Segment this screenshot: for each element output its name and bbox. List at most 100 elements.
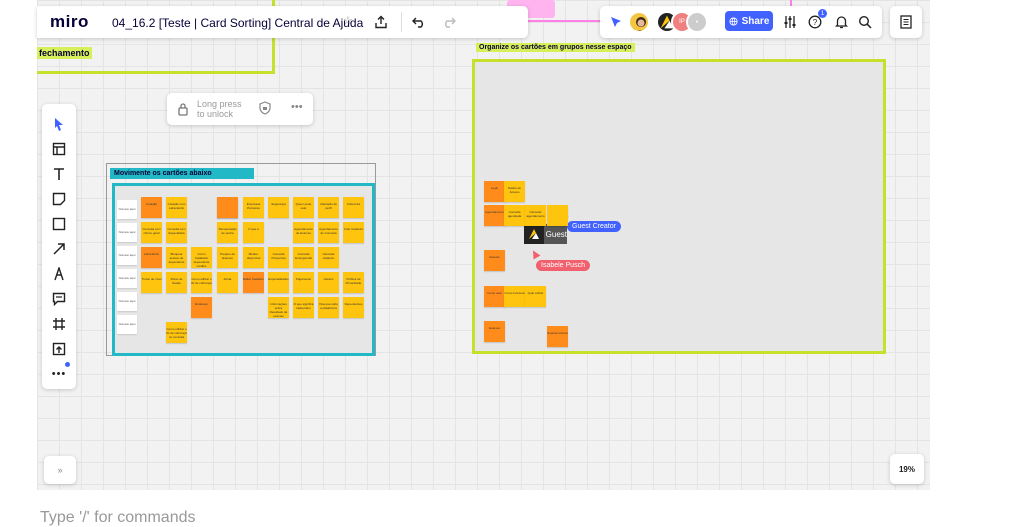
card-sticky-note[interactable]: Como Cadastrar dependente médico <box>191 247 212 268</box>
pen-tool[interactable] <box>42 262 76 286</box>
text-tool[interactable] <box>42 162 76 186</box>
sticky-note-tool[interactable] <box>42 187 76 211</box>
card-sticky-note[interactable]: Recuperação de senha <box>217 222 238 243</box>
notes-icon <box>900 15 912 29</box>
row-label-card[interactable]: Nomeie aqui <box>117 246 137 265</box>
group-sticky-note[interactable]: Como usar <box>484 286 505 307</box>
card-sticky-note[interactable]: Trocar de nível <box>141 272 162 293</box>
card-sticky-note[interactable]: Viva que sofre a plataforma <box>318 297 339 318</box>
row-label-card[interactable]: Nomeie aqui <box>117 269 137 288</box>
pen-icon <box>54 267 64 281</box>
group-sticky-note[interactable]: Assunto <box>484 250 505 271</box>
frame-tool[interactable] <box>42 312 76 336</box>
help-button[interactable]: ? 1 <box>805 9 827 32</box>
board-canvas[interactable]: fechamento Movimente os cartões abaixo O… <box>37 0 930 490</box>
command-input[interactable]: Type '/' for commands <box>40 509 196 527</box>
card-sticky-note[interactable]: Consulta com clínico geral <box>141 222 162 243</box>
lock-panel[interactable]: Long press to unlock ••• <box>167 93 313 125</box>
more-tools[interactable]: ••• <box>42 362 76 386</box>
card-sticky-note[interactable]: Cotação <box>141 197 162 218</box>
card-sticky-note[interactable]: Criar Cadastro <box>343 222 364 243</box>
left-frame-label: fechamento <box>37 47 92 59</box>
undo-button[interactable] <box>408 11 430 33</box>
group-sticky-note[interactable]: Cancelar agendamento <box>525 205 546 226</box>
group-sticky-note[interactable]: Suporte técnico <box>547 326 568 347</box>
card-sticky-note[interactable]: Informações sobre Resultado de exames <box>268 297 289 318</box>
card-sticky-note[interactable]: Política de Privacidade <box>343 272 364 293</box>
card-sticky-note[interactable]: Consulta com Especialista <box>166 222 187 243</box>
card-sticky-note[interactable]: Como utilizar o ID de cobrança no consul… <box>166 322 187 343</box>
card-sticky-note[interactable]: Plano de Saúde <box>166 272 187 293</box>
connection-line-tool[interactable] <box>42 237 76 261</box>
guest-label: Guest <box>545 229 567 239</box>
group-sticky-note[interactable]: Login <box>484 181 505 202</box>
group-sticky-note[interactable]: Exames <box>484 321 505 342</box>
row-label-card[interactable]: Nomeie aqui <box>117 315 137 334</box>
notes-panel-button[interactable] <box>890 6 922 38</box>
upload-share-icon <box>375 15 387 29</box>
card-sticky-note[interactable]: Editar Cadastro <box>243 272 264 293</box>
group-sticky-note[interactable]: Qual cobrar <box>525 286 546 307</box>
card-sticky-note[interactable]: Pagamento <box>293 272 314 293</box>
card-sticky-note[interactable]: Laboratório <box>141 247 162 268</box>
notifications-button[interactable] <box>831 12 851 32</box>
card-sticky-note[interactable]: Endereço <box>191 297 212 318</box>
group-sticky-note[interactable] <box>547 205 568 226</box>
card-sticky-note[interactable]: Consulta Presencial <box>268 247 289 268</box>
templates-tool[interactable] <box>42 137 76 161</box>
card-sticky-note[interactable]: Especialidades <box>268 272 289 293</box>
card-sticky-note[interactable]: Alteração de perfil <box>318 197 339 218</box>
card-sticky-note[interactable]: Empresas Parceiras <box>243 197 264 218</box>
board-header-panel: miro 04_16.2 [Teste | Card Sorting] Cent… <box>37 6 528 38</box>
card-sticky-note[interactable]: Consulta Emergencial <box>293 247 314 268</box>
collaborator-avatar-more[interactable]: • <box>686 11 708 33</box>
upload-tool[interactable] <box>42 337 76 361</box>
reactions-button[interactable] <box>606 12 626 32</box>
card-sticky-note[interactable]: Como utilizar o ID de cobrança <box>191 272 212 293</box>
search-button[interactable] <box>855 12 875 32</box>
row-label-card[interactable]: Nomeie aqui <box>117 200 137 219</box>
share-button[interactable]: Share <box>725 11 773 31</box>
comment-tool[interactable] <box>42 287 76 311</box>
card-sticky-note[interactable]: Segurança <box>268 197 289 218</box>
group-sticky-note[interactable]: Agendamento <box>484 205 505 226</box>
card-sticky-note[interactable]: Horário <box>318 272 339 293</box>
board-title[interactable]: 04_16.2 [Teste | Card Sorting] Central d… <box>112 16 363 30</box>
row-label-card[interactable]: Nomeie aqui <box>117 292 137 311</box>
row-label-card[interactable]: Nomeie aqui <box>117 223 137 242</box>
export-button[interactable] <box>370 11 392 33</box>
card-sticky-note[interactable]: Cancelar cadastro <box>318 247 339 268</box>
card-sticky-note[interactable]: Cobertura <box>343 197 364 218</box>
card-sticky-note[interactable]: O que é <box>243 222 264 243</box>
group-sticky-note[interactable]: Dados de Acesso <box>504 181 525 202</box>
card-sticky-note[interactable]: Agendamento de Consulta <box>318 222 339 243</box>
select-tool[interactable] <box>42 112 76 136</box>
card-sticky-note[interactable]: Médico disponível <box>243 247 264 268</box>
card-sticky-note[interactable]: Dependentes <box>343 297 364 318</box>
card-sticky-note[interactable]: Agendamento de Exames <box>293 222 314 243</box>
settings-button[interactable] <box>780 12 800 32</box>
card-sticky-note[interactable]: Bloquear acesso de dependente <box>166 247 187 268</box>
shape-tool[interactable] <box>42 212 76 236</box>
miro-logo[interactable]: miro <box>50 12 89 32</box>
cursor-arrow-icon <box>55 118 63 131</box>
redo-button[interactable] <box>438 11 460 33</box>
card-sticky-note[interactable]: Quem pode usar <box>293 197 314 218</box>
group-sticky-note[interactable]: Como funciona <box>504 286 525 307</box>
card-sticky-note[interactable]: O que significa cada plano <box>293 297 314 318</box>
search-icon <box>858 15 872 29</box>
card-sticky-note[interactable]: Ainda <box>217 272 238 293</box>
star-icon[interactable]: ☆ <box>343 14 353 27</box>
card-sticky-note[interactable]: Cotação com Laboratório <box>166 197 187 218</box>
bell-icon <box>834 16 848 29</box>
comment-icon <box>52 292 66 306</box>
shield-icon[interactable] <box>259 101 273 117</box>
more-icon[interactable]: ••• <box>291 101 303 113</box>
expand-panel-button[interactable]: » <box>44 456 76 484</box>
card-sticky-note[interactable]: Preparo de Exames <box>217 247 238 268</box>
user-avatar[interactable] <box>628 11 650 33</box>
zoom-level-button[interactable]: 19% <box>890 454 924 484</box>
cards-frame-title: Movimente os cartões abaixo <box>110 168 254 179</box>
card-sticky-note[interactable] <box>217 197 238 218</box>
group-sticky-note[interactable]: Consulta agendada <box>504 205 525 226</box>
